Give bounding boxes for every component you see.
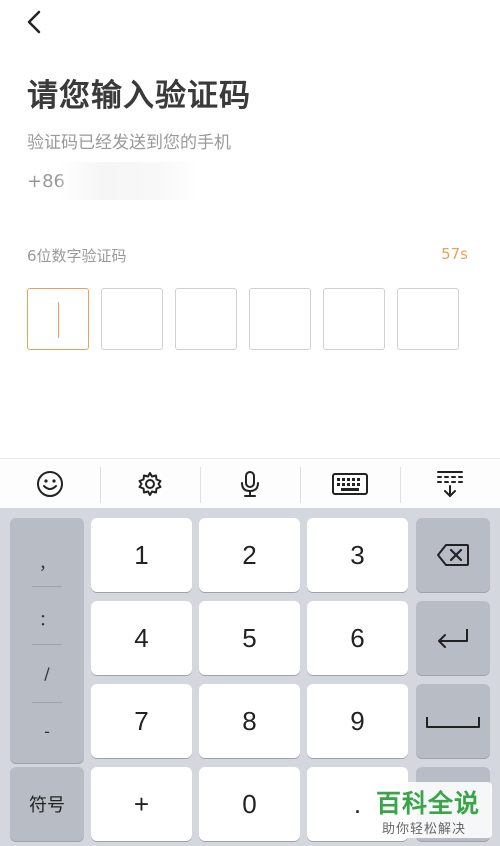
emoji-button[interactable] — [0, 459, 100, 509]
space-key[interactable] — [416, 684, 490, 758]
chevron-left-icon — [27, 10, 41, 34]
key-1[interactable]: 1 — [91, 518, 192, 592]
code-input-group[interactable] — [27, 288, 459, 350]
key-3[interactable]: 3 — [307, 518, 408, 592]
backspace-key[interactable] — [416, 518, 490, 592]
key-slash[interactable]: / — [10, 664, 84, 683]
text-caret — [58, 302, 59, 338]
watermark-title: 百科全说 — [376, 789, 481, 818]
keyboard-switch-button[interactable] — [300, 459, 400, 509]
phone-mask — [59, 162, 199, 200]
watermark-subtitle: 助你轻松解决 — [382, 822, 467, 837]
voice-input-button[interactable] — [200, 459, 300, 509]
microphone-icon — [241, 471, 259, 497]
key-2[interactable]: 2 — [199, 518, 300, 592]
enter-key[interactable] — [416, 601, 490, 675]
collapse-keyboard-icon — [437, 471, 463, 498]
page-title: 请您输入验证码 — [27, 78, 251, 114]
phone-number: +86 — [27, 162, 199, 200]
keyboard-icon — [332, 473, 368, 495]
symbol-column[interactable]: ， ： / - — [10, 518, 84, 763]
gear-icon — [138, 472, 162, 496]
return-icon — [438, 629, 468, 648]
space-icon — [426, 717, 480, 728]
symbol-divider — [32, 586, 62, 587]
key-0[interactable]: 0 — [199, 767, 300, 841]
countdown-timer[interactable]: 57s — [441, 245, 468, 263]
key-6[interactable]: 6 — [307, 601, 408, 675]
code-box-2[interactable] — [101, 288, 163, 350]
code-box-6[interactable] — [397, 288, 459, 350]
key-comma[interactable]: ， — [10, 550, 84, 574]
back-button[interactable] — [20, 8, 50, 38]
backspace-icon — [437, 544, 469, 566]
key-8[interactable]: 8 — [199, 684, 300, 758]
code-box-5[interactable] — [323, 288, 385, 350]
key-7[interactable]: 7 — [91, 684, 192, 758]
key-5[interactable]: 5 — [199, 601, 300, 675]
code-label: 6位数字验证码 — [27, 247, 127, 265]
key-4[interactable]: 4 — [91, 601, 192, 675]
key-9[interactable]: 9 — [307, 684, 408, 758]
key-plus[interactable]: + — [91, 767, 192, 841]
code-box-1[interactable] — [27, 288, 89, 350]
keyboard-toolbar — [0, 458, 500, 509]
key-dash[interactable]: - — [10, 722, 84, 741]
hide-keyboard-button[interactable] — [400, 459, 500, 509]
symbol-divider — [32, 644, 62, 645]
symbol-divider — [32, 702, 62, 703]
code-box-3[interactable] — [175, 288, 237, 350]
sent-notice: 验证码已经发送到您的手机 — [27, 133, 231, 153]
settings-button[interactable] — [100, 459, 200, 509]
watermark: 百科全说 助你轻松解决 — [370, 782, 492, 838]
symbol-switch-key[interactable]: 符号 — [10, 767, 84, 841]
code-box-4[interactable] — [249, 288, 311, 350]
emoji-icon — [37, 471, 63, 497]
key-colon[interactable]: ： — [10, 606, 84, 630]
